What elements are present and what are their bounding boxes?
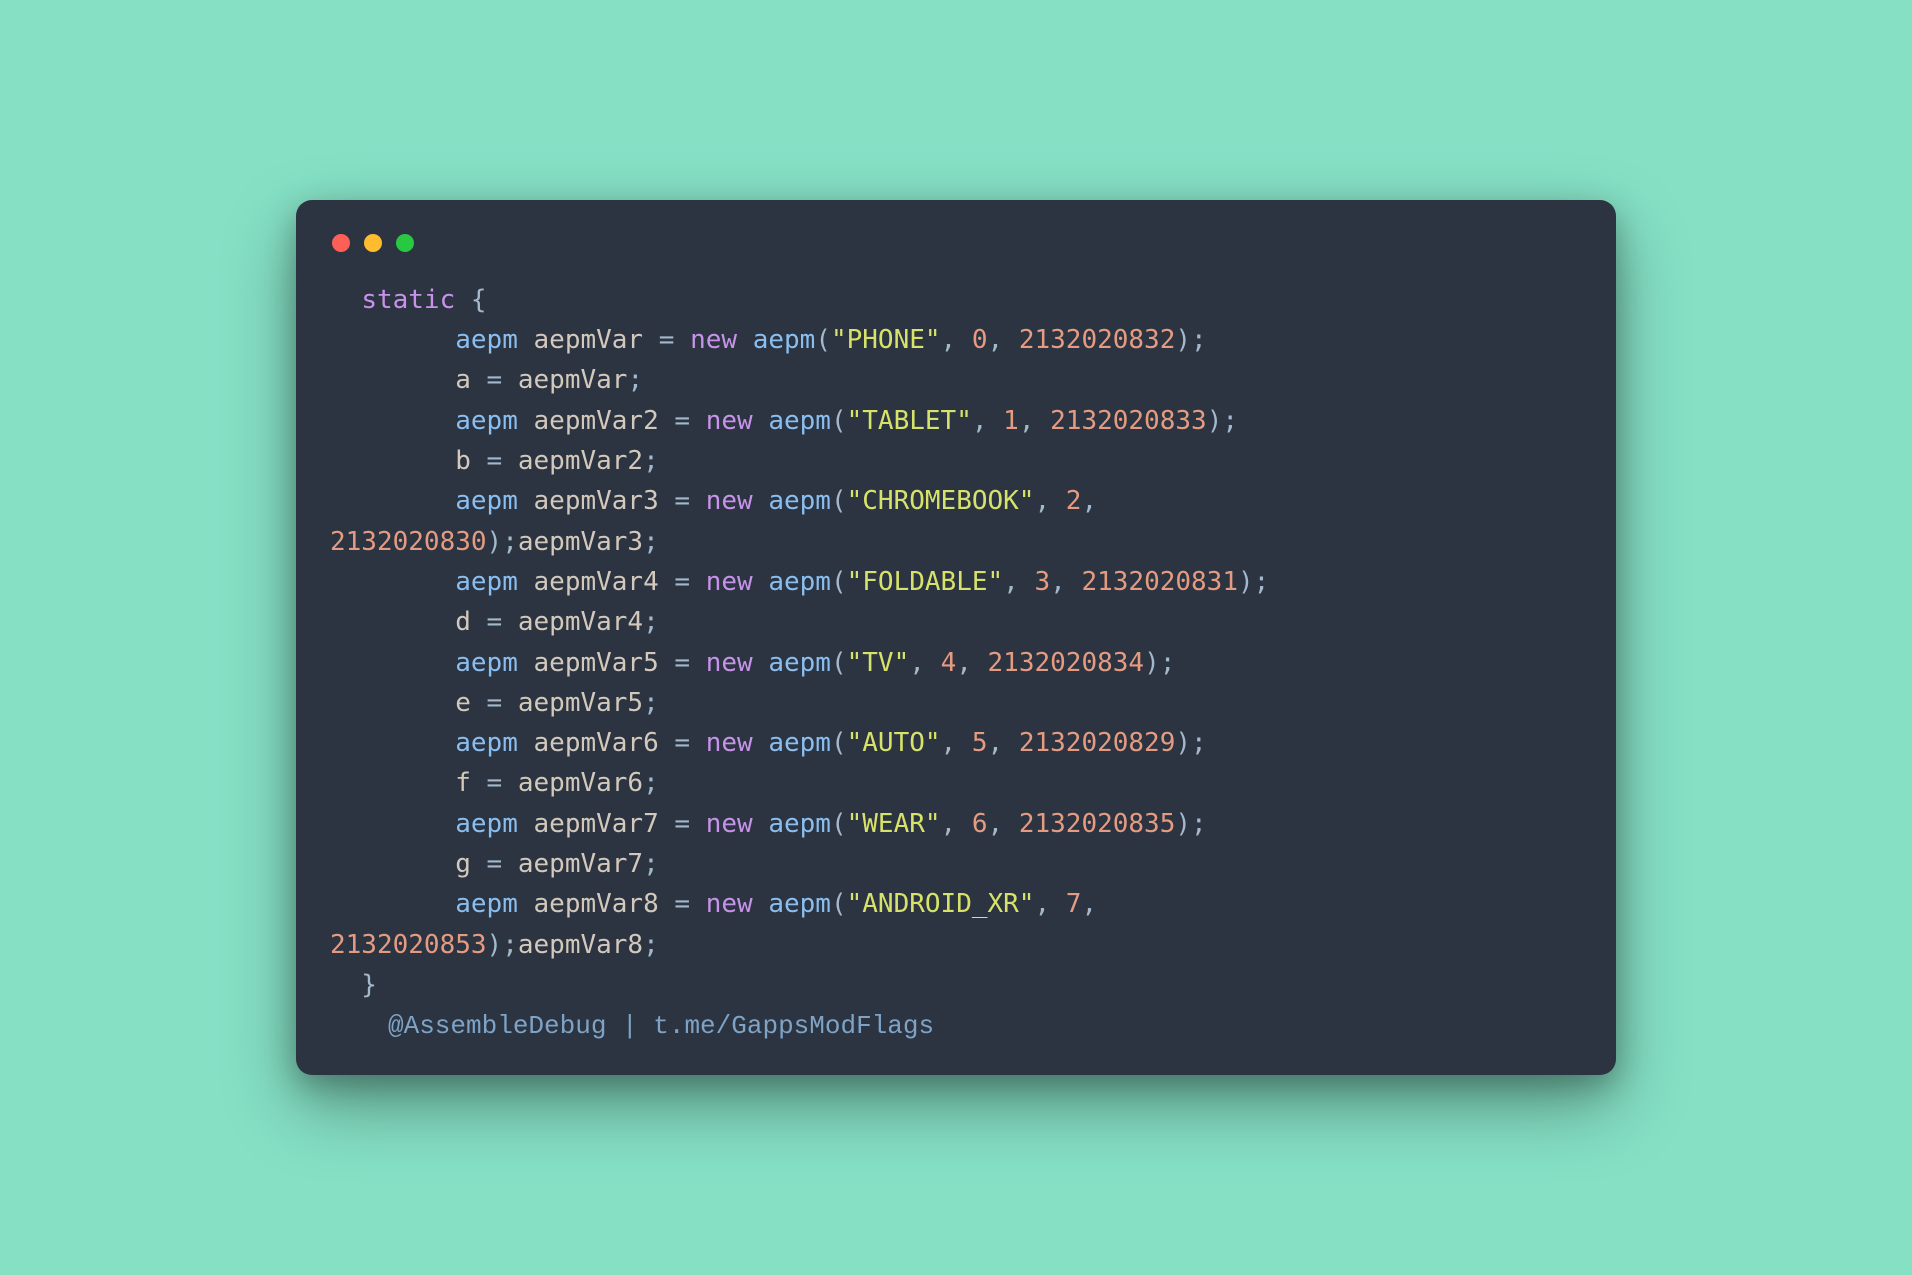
minimize-icon[interactable]: [364, 234, 382, 252]
zoom-icon[interactable]: [396, 234, 414, 252]
close-icon[interactable]: [332, 234, 350, 252]
footer: @AssembleDebug | t.me/GappsModFlags: [330, 1011, 1582, 1041]
code-window: static { aepm aepmVar = new aepm("PHONE"…: [296, 200, 1616, 1075]
footer-link: t.me/GappsModFlags: [653, 1011, 934, 1041]
footer-handle: @AssembleDebug: [388, 1011, 606, 1041]
code-block: static { aepm aepmVar = new aepm("PHONE"…: [330, 280, 1582, 1005]
footer-sep: |: [606, 1011, 653, 1041]
window-titlebar: [330, 228, 1582, 280]
